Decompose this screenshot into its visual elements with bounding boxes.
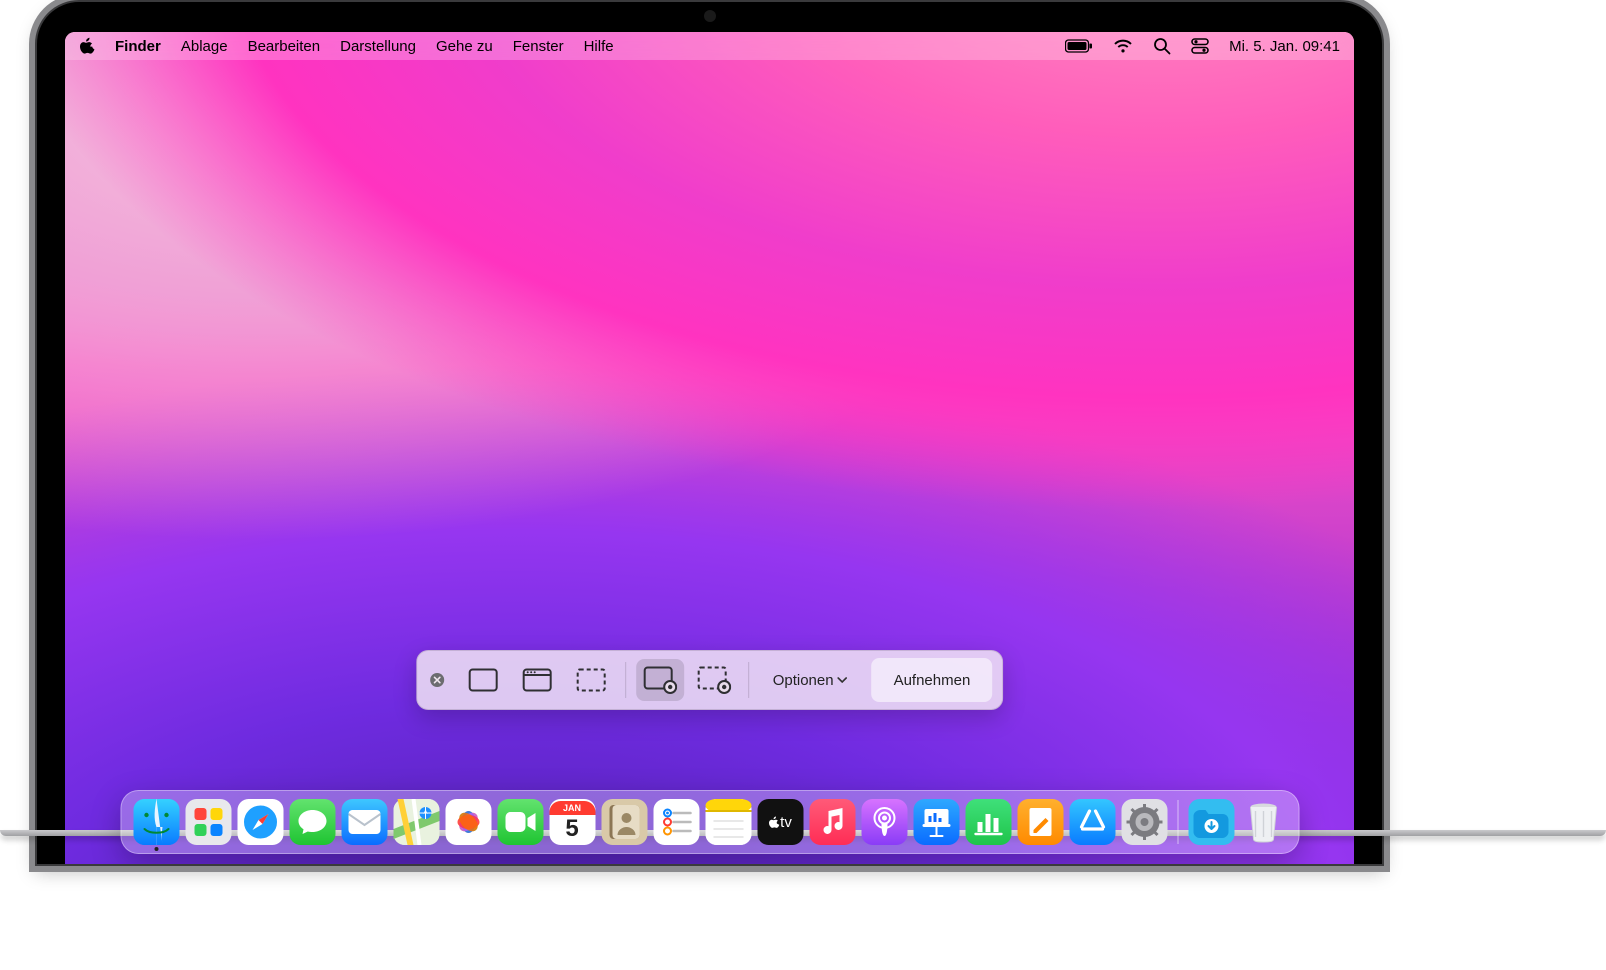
dock-pages[interactable] — [1017, 799, 1063, 845]
menubar-app-name[interactable]: Finder — [115, 38, 161, 55]
toolbar-separator — [625, 662, 626, 698]
toolbar-separator — [748, 662, 749, 698]
camera-notch — [704, 10, 716, 22]
laptop-bezel: Finder Ablage Bearbeiten Darstellung Geh… — [35, 0, 1384, 866]
menubar: Finder Ablage Bearbeiten Darstellung Geh… — [65, 32, 1354, 60]
battery-icon[interactable] — [1065, 39, 1093, 53]
menu-hilfe[interactable]: Hilfe — [584, 38, 614, 55]
menu-bearbeiten[interactable]: Bearbeiten — [248, 38, 321, 55]
menu-darstellung[interactable]: Darstellung — [340, 38, 416, 55]
dock-music[interactable] — [809, 799, 855, 845]
dock-tv[interactable]: tv — [757, 799, 803, 845]
close-toolbar-icon[interactable] — [427, 670, 447, 690]
dock-separator — [1177, 800, 1178, 844]
desktop-wallpaper — [65, 32, 1354, 864]
dock-messages[interactable] — [289, 799, 335, 845]
options-button[interactable]: Optionen — [759, 659, 862, 701]
apple-menu-icon[interactable] — [79, 37, 95, 55]
dock-numbers[interactable] — [965, 799, 1011, 845]
dock-safari[interactable] — [237, 799, 283, 845]
dock-downloads[interactable] — [1188, 799, 1234, 845]
dock-trash[interactable] — [1240, 799, 1286, 845]
calendar-day-label: 5 — [565, 815, 578, 843]
dock-reminders[interactable] — [653, 799, 699, 845]
capture-entire-screen-button[interactable] — [459, 659, 507, 701]
apple-logo-icon — [768, 816, 779, 829]
dock-facetime[interactable] — [497, 799, 543, 845]
wifi-icon[interactable] — [1113, 39, 1133, 54]
menu-gehe-zu[interactable]: Gehe zu — [436, 38, 493, 55]
dock-notes[interactable] — [705, 799, 751, 845]
control-center-icon[interactable] — [1191, 38, 1209, 54]
capture-selection-button[interactable] — [567, 659, 615, 701]
dock-podcasts[interactable] — [861, 799, 907, 845]
dock-launchpad[interactable] — [185, 799, 231, 845]
options-label: Optionen — [773, 672, 834, 689]
screenshot-toolbar: Optionen Aufnehmen — [416, 650, 1004, 710]
menu-ablage[interactable]: Ablage — [181, 38, 228, 55]
calendar-month-label: JAN — [549, 801, 595, 815]
dock-appstore[interactable] — [1069, 799, 1115, 845]
dock-settings[interactable] — [1121, 799, 1167, 845]
spotlight-icon[interactable] — [1153, 37, 1171, 55]
chevron-down-icon — [838, 677, 848, 683]
dock-mail[interactable] — [341, 799, 387, 845]
dock: JAN 5 tv — [120, 790, 1299, 854]
record-entire-screen-button[interactable] — [636, 659, 684, 701]
capture-window-button[interactable] — [513, 659, 561, 701]
menu-fenster[interactable]: Fenster — [513, 38, 564, 55]
dock-photos[interactable] — [445, 799, 491, 845]
dock-keynote[interactable] — [913, 799, 959, 845]
dock-finder[interactable] — [133, 799, 179, 845]
dock-calendar[interactable]: JAN 5 — [549, 799, 595, 845]
record-button[interactable]: Aufnehmen — [872, 658, 993, 702]
dock-contacts[interactable] — [601, 799, 647, 845]
dock-maps[interactable] — [393, 799, 439, 845]
menubar-clock[interactable]: Mi. 5. Jan. 09:41 — [1229, 38, 1340, 55]
record-label: Aufnehmen — [894, 672, 971, 689]
record-selection-button[interactable] — [690, 659, 738, 701]
screen: Finder Ablage Bearbeiten Darstellung Geh… — [65, 32, 1354, 864]
